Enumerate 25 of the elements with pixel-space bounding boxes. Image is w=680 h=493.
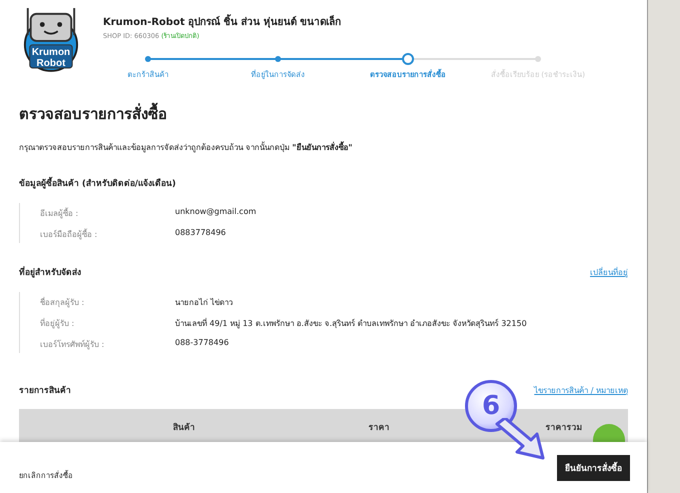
shop-name: Krumon-Robot อุปกรณ์ ชิ้น ส่วน หุ่นยนต์ ขนาดเล็ก (103, 14, 647, 29)
field-label: เบอร์มือถือผู้ซื้อ : (40, 228, 98, 241)
field-label: เบอร์โทรศัพท์ผู้รับ : (40, 338, 106, 351)
field-label: ที่อยู่ผู้รับ : (40, 317, 76, 330)
edit-items-link[interactable]: ไขรายการสินค้า / หมายเหตุ (534, 384, 628, 397)
logo-text: Robot (36, 58, 66, 69)
confirm-order-button[interactable]: ยืนยันการสั่งซื้อ (557, 454, 630, 480)
column-header: ราคารวม (544, 422, 584, 434)
field-label: อีเมลผู้ซื้อ : (40, 207, 80, 220)
logo-text: Krumon (32, 47, 70, 58)
robot-logo (22, 6, 80, 72)
field-value: 088-3778496 (175, 338, 229, 349)
column-header: สินค้า (172, 422, 196, 434)
field-value: บ้านเลขที่ 49/1 หมู่ 13 ต.เทพรักษา อ.สังขะ จ.สุรินทร์ ตำบลเทพรักษา อำเภอสังขะ จังหวัดสุรินทร์ 32150 (175, 317, 527, 330)
field-value: นายกอไก่ ไข่ดาว (175, 297, 233, 309)
field-value: 0883778496 (175, 228, 226, 239)
section-title: รายการสินค้า (19, 384, 71, 397)
section-title: ที่อยู่สำหรับจัดส่ง (19, 265, 81, 279)
field-value: unknow@gmail.com (175, 207, 256, 218)
page-heading: ตรวจสอบรายการสั่งซื้อ (19, 102, 628, 126)
instruction-text: กรุณาตรวจสอบรายการสินค้าและข้อมูลการจัดส่งว่าถูกต้องครบถ้วน จากนั้นกดปุ่ม "ยืนยันการสั่งซื้อ" (19, 141, 354, 154)
field-label: ชื่อสกุลผู้รับ : (40, 296, 86, 309)
change-address-link[interactable]: เปลี่ยนที่อยู่ (590, 266, 628, 279)
section-title: ข้อมูลผู้ซื้อสินค้า (สำหรับติดต่อ/แจ้งเตือน) (19, 176, 176, 190)
column-header: ราคา (368, 422, 390, 434)
